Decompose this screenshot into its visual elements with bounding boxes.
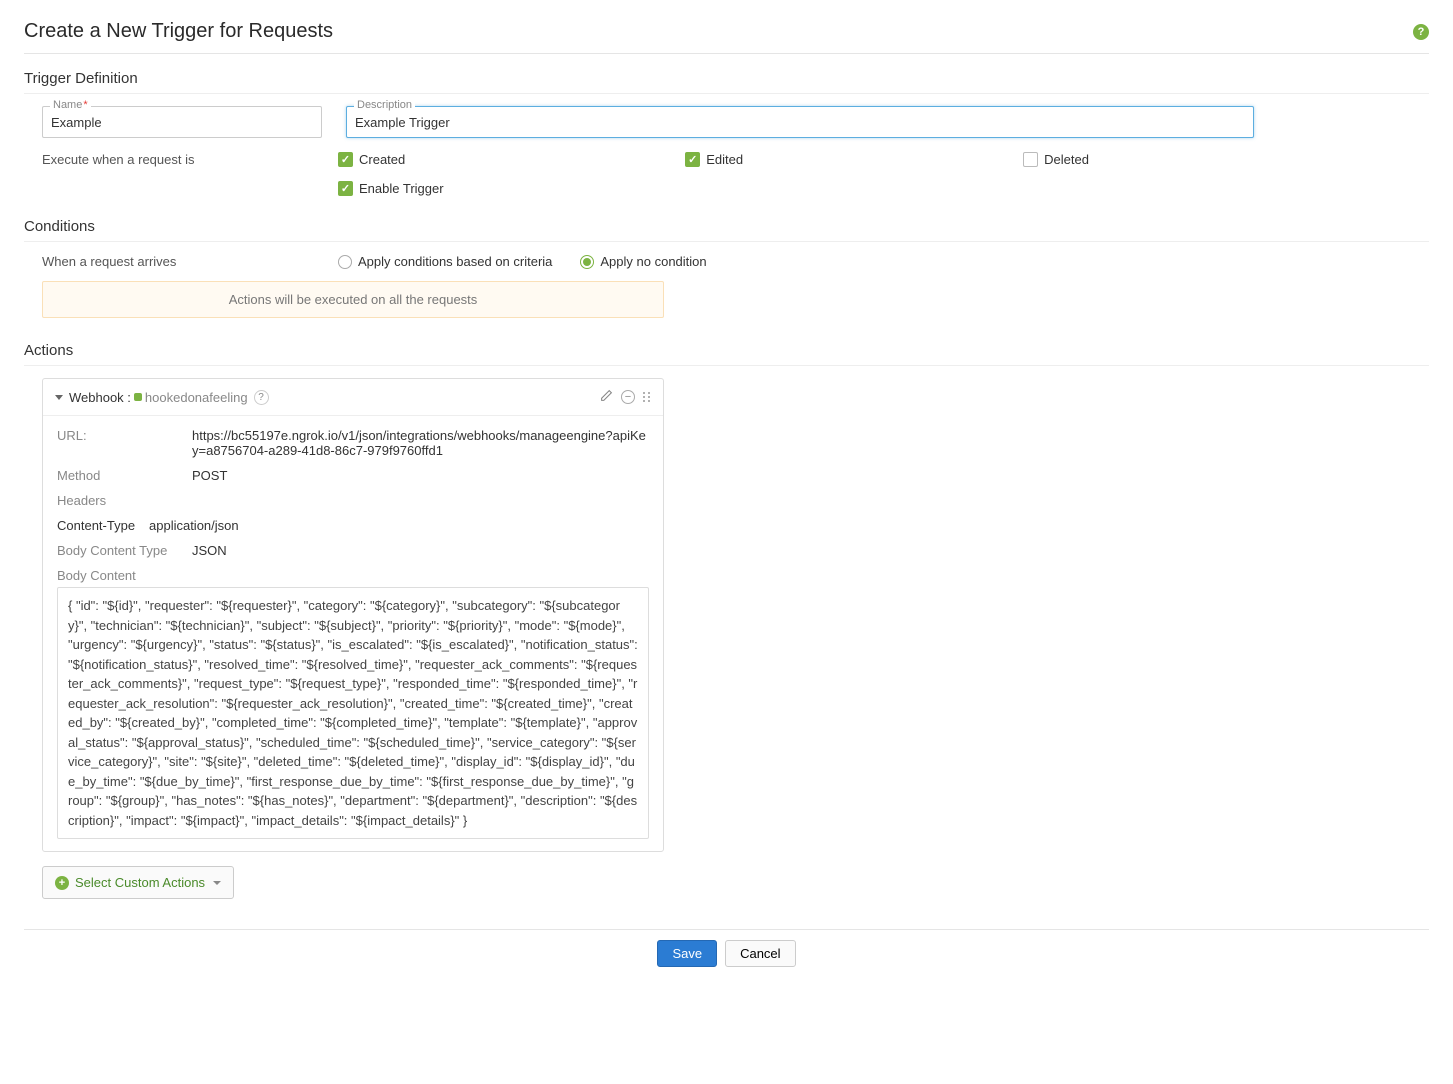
plus-icon: +	[55, 876, 69, 890]
radio-criteria-label: Apply conditions based on criteria	[358, 254, 552, 269]
webhook-type-label: Webhook :	[69, 390, 131, 405]
webhook-help-icon[interactable]: ?	[254, 390, 269, 405]
select-custom-actions-button[interactable]: + Select Custom Actions	[42, 866, 234, 899]
save-button[interactable]: Save	[657, 940, 717, 967]
section-conditions-title: Conditions	[24, 210, 1429, 242]
cancel-button[interactable]: Cancel	[725, 940, 795, 967]
url-value: https://bc55197e.ngrok.io/v1/json/integr…	[192, 428, 649, 458]
page-title: Create a New Trigger for Requests	[24, 20, 333, 43]
enable-trigger-label: Enable Trigger	[359, 181, 444, 196]
description-input[interactable]	[346, 106, 1254, 138]
chevron-down-icon	[213, 881, 221, 885]
method-label: Method	[57, 468, 192, 483]
description-label: Description	[354, 99, 415, 111]
radio-no-condition-dot	[580, 255, 594, 269]
remove-icon[interactable]: −	[621, 390, 635, 404]
radio-no-condition[interactable]: Apply no condition	[580, 254, 706, 269]
body-type-label: Body Content Type	[57, 543, 192, 558]
section-definition-title: Trigger Definition	[24, 62, 1429, 94]
edited-label: Edited	[706, 152, 743, 167]
deleted-label: Deleted	[1044, 152, 1089, 167]
created-checkbox[interactable]	[338, 152, 353, 167]
edited-checkbox[interactable]	[685, 152, 700, 167]
drag-icon[interactable]	[643, 392, 651, 402]
headers-label: Headers	[57, 493, 192, 508]
conditions-banner: Actions will be executed on all the requ…	[42, 281, 664, 318]
help-icon[interactable]: ?	[1413, 24, 1429, 40]
header-value: application/json	[149, 518, 239, 533]
enable-trigger-checkbox[interactable]	[338, 181, 353, 196]
execute-when-label: Execute when a request is	[42, 152, 338, 167]
created-label: Created	[359, 152, 405, 167]
radio-no-condition-label: Apply no condition	[600, 254, 706, 269]
body-content-label: Body Content	[57, 568, 192, 583]
when-request-arrives-label: When a request arrives	[42, 254, 338, 269]
section-actions-title: Actions	[24, 334, 1429, 366]
collapse-icon[interactable]	[55, 395, 63, 400]
url-label: URL:	[57, 428, 192, 458]
deleted-checkbox[interactable]	[1023, 152, 1038, 167]
radio-criteria[interactable]: Apply conditions based on criteria	[338, 254, 552, 269]
body-type-value: JSON	[192, 543, 227, 558]
header-key: Content-Type	[57, 518, 149, 533]
webhook-action-panel: Webhook : hookedonafeeling ? − URL:	[42, 378, 664, 852]
body-content-value: { "id": "${id}", "requester": "${request…	[57, 587, 649, 839]
edit-icon[interactable]	[600, 389, 613, 405]
method-value: POST	[192, 468, 227, 483]
select-custom-actions-label: Select Custom Actions	[75, 875, 205, 890]
webhook-name: hookedonafeeling	[145, 390, 248, 405]
name-label: Name	[50, 99, 91, 111]
radio-criteria-dot	[338, 255, 352, 269]
status-dot-icon	[134, 393, 142, 401]
